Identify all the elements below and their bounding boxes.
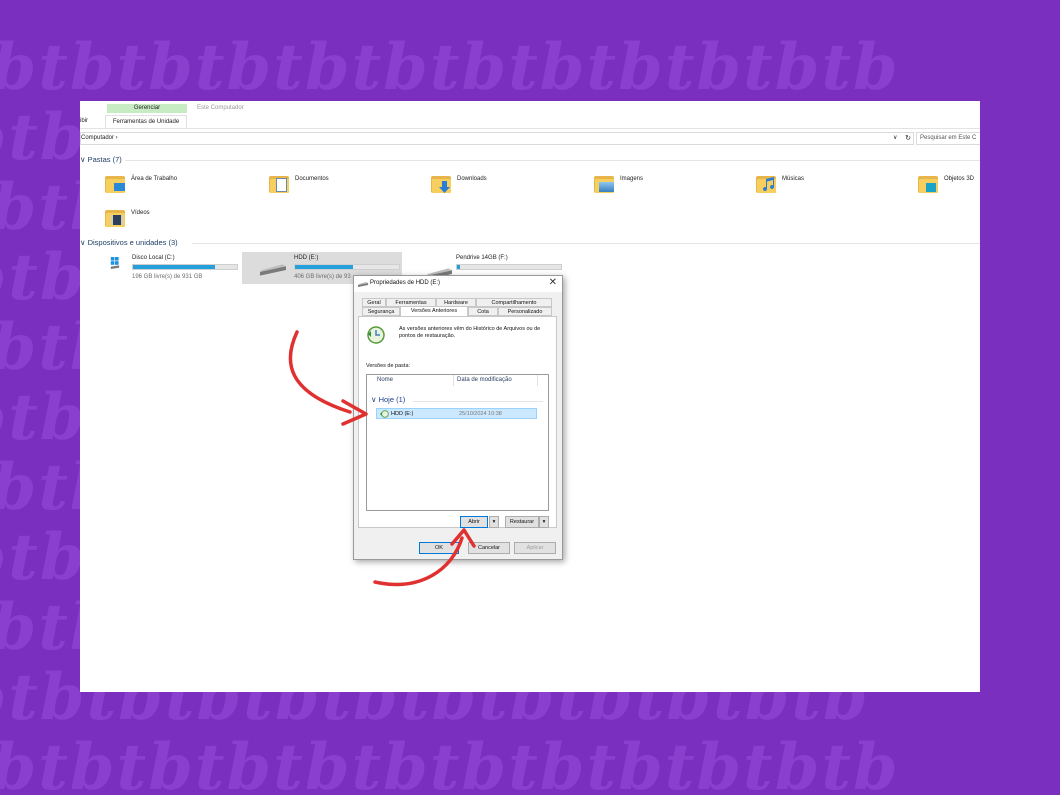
- annotation-arrow-to-version-row: [288, 330, 352, 414]
- annotation-arrows: [288, 330, 476, 587]
- annotation-arrow-to-open-button: [373, 536, 464, 587]
